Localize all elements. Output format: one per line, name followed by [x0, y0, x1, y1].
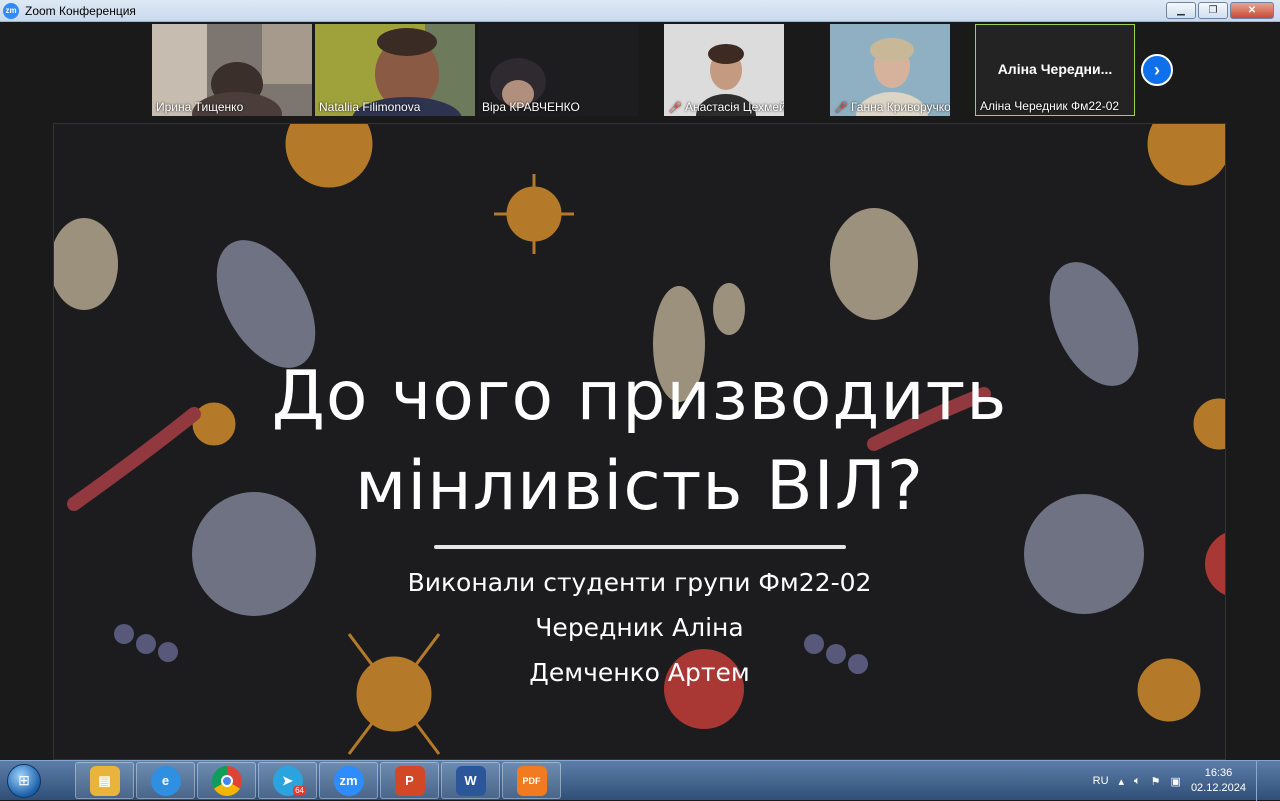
slide-subtitle: Виконали студенти групи Фм22-02 [407, 568, 872, 597]
show-desktop-button[interactable] [1256, 761, 1266, 801]
slide-divider [434, 545, 846, 549]
windows-logo-icon: ⊞ [7, 763, 41, 798]
taskbar-powerpoint[interactable]: P [380, 762, 439, 799]
zoom-app-icon: zm [3, 2, 19, 19]
muted-mic-icon: 🎤︎ [834, 101, 848, 114]
zoom-icon: zm [333, 765, 364, 796]
show-hidden-icons-icon[interactable]: ▴ [1119, 775, 1125, 788]
pdf-icon: PDF [516, 765, 547, 796]
clock-date: 02.12.2024 [1190, 782, 1246, 794]
active-speaker-tile[interactable]: Аліна Чередни... Аліна Чередник Фм22-02 [975, 24, 1135, 116]
window-title: Zoom Конференция [25, 3, 136, 18]
taskbar-chrome[interactable] [197, 762, 256, 799]
meeting-area: Ирина Тищенко Nataliia Filimonova Віра К… [0, 22, 1280, 760]
slide-title-line-2: мінливість ВІЛ? [355, 447, 924, 526]
participant-tile[interactable]: Віра КРАВЧЕНКО [478, 24, 638, 116]
shared-screen-slide: До чого призводить мінливість ВІЛ? Викон… [53, 123, 1226, 760]
taskbar-word[interactable]: W [441, 762, 500, 799]
chrome-icon [211, 765, 242, 796]
taskbar-explorer[interactable]: ▤ [75, 762, 134, 799]
word-icon: W [455, 765, 486, 796]
volume-icon[interactable]: 🔈︎ [1134, 775, 1141, 788]
windows-taskbar: ⊞ ▤ e ➤ 64 zm P W PDF RU ▴ 🔈︎ ⚑ ▣ 16:36 0… [0, 760, 1280, 801]
participant-name: 🎤︎ Ганна Криворучко [834, 100, 950, 114]
next-page-chevron-icon[interactable]: › [1141, 54, 1173, 86]
participant-tile[interactable]: 🎤︎Анастасія Цехмейстер [664, 24, 784, 116]
muted-mic-icon: 🎤︎ [668, 101, 682, 114]
slide-author-1: Чередник Аліна [535, 613, 744, 642]
participant-strip: Ирина Тищенко Nataliia Filimonova Віра К… [152, 24, 1135, 116]
participant-name: Ирина Тищенко [156, 100, 244, 114]
slide-title-line-1: До чого призводить [271, 357, 1008, 436]
active-speaker-display-name: Аліна Чередни... [997, 61, 1113, 77]
participant-name: Аліна Чередник Фм22-02 [980, 99, 1120, 113]
participant-tile[interactable]: Ирина Тищенко [152, 24, 312, 116]
taskbar-zoom[interactable]: zm [319, 762, 378, 799]
participant-name: Віра КРАВЧЕНКО [482, 100, 580, 114]
clock-time: 16:36 [1204, 767, 1233, 779]
close-button[interactable]: ✕ [1230, 2, 1274, 19]
slide-author-2: Демченко Артем [529, 658, 750, 687]
participant-name: Nataliia Filimonova [319, 100, 421, 114]
slide-title: До чого призводить мінливість ВІЛ? [54, 352, 1225, 532]
language-indicator[interactable]: RU [1093, 775, 1109, 787]
folder-icon: ▤ [89, 765, 120, 796]
minimize-button[interactable]: ▁ [1166, 2, 1196, 19]
clock[interactable]: 16:36 02.12.2024 [1191, 766, 1246, 796]
taskbar-internet-explorer[interactable]: e [136, 762, 195, 799]
taskbar-telegram[interactable]: ➤ 64 [258, 762, 317, 799]
taskbar-apps: ▤ e ➤ 64 zm P W PDF [75, 762, 561, 799]
maximize-button[interactable]: ❐ [1198, 2, 1228, 19]
network-icon[interactable]: ▣ [1171, 775, 1181, 788]
action-center-flag-icon[interactable]: ⚑ [1151, 775, 1161, 788]
window-titlebar: zm Zoom Конференция ▁ ❐ ✕ [0, 0, 1280, 22]
internet-explorer-icon: e [150, 765, 181, 796]
participant-name: 🎤︎Анастасія Цехмейстер [668, 100, 784, 114]
participant-tile[interactable]: Nataliia Filimonova [315, 24, 475, 116]
participant-tile[interactable]: 🎤︎ Ганна Криворучко [830, 24, 950, 116]
powerpoint-icon: P [394, 765, 425, 796]
system-tray: RU ▴ 🔈︎ ⚑ ▣ 16:36 02.12.2024 [1093, 761, 1280, 801]
unread-badge: 64 [293, 786, 306, 795]
start-button[interactable]: ⊞ [0, 761, 48, 801]
taskbar-pdf-reader[interactable]: PDF [502, 762, 561, 799]
